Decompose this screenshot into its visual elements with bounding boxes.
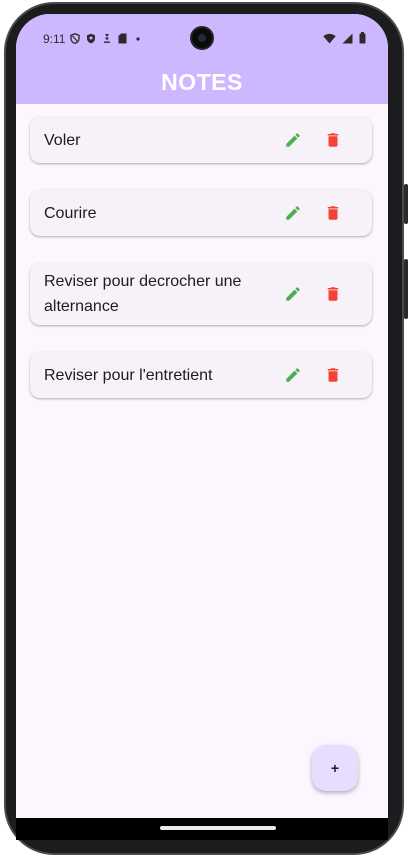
- delete-icon[interactable]: [323, 284, 343, 304]
- note-text: Voler: [44, 131, 81, 149]
- signal-icon: [342, 31, 353, 49]
- navigation-bar: [16, 818, 388, 840]
- app-bar: NOTES: [16, 60, 388, 104]
- note-text: Courire: [44, 204, 97, 222]
- edit-icon[interactable]: [283, 130, 303, 150]
- edit-icon[interactable]: [283, 365, 303, 385]
- delete-icon[interactable]: [323, 203, 343, 223]
- note-card[interactable]: Voler: [30, 117, 372, 163]
- power-button: [404, 184, 408, 224]
- battery-icon: [359, 31, 366, 49]
- sd-card-icon: [118, 31, 127, 49]
- note-text: Reviser pour decrocher une alternance: [44, 273, 242, 315]
- status-bar: 9:11: [16, 14, 388, 60]
- add-note-button[interactable]: +: [312, 745, 358, 791]
- app-screen: 9:11 NOTES Voler Courire Reviser pour de…: [16, 14, 388, 834]
- note-actions: [283, 365, 358, 385]
- edit-icon[interactable]: [283, 284, 303, 304]
- download-icon: [102, 31, 112, 49]
- delete-icon[interactable]: [323, 365, 343, 385]
- dot-icon: [133, 31, 143, 49]
- page-title: NOTES: [161, 68, 243, 95]
- notification-icons: [70, 31, 143, 49]
- status-time: 9:11: [43, 32, 66, 46]
- note-card[interactable]: Reviser pour decrocher une alternance: [30, 263, 372, 325]
- note-actions: [283, 203, 358, 223]
- shield-outline-icon: [70, 31, 80, 49]
- note-actions: [283, 284, 358, 304]
- volume-button: [404, 259, 408, 319]
- system-icons: [323, 31, 366, 49]
- edit-icon[interactable]: [283, 203, 303, 223]
- notes-list: Voler Courire Reviser pour decrocher une…: [30, 117, 372, 425]
- front-camera: [190, 26, 214, 50]
- note-card[interactable]: Reviser pour l'entretient: [30, 352, 372, 398]
- note-actions: [283, 130, 358, 150]
- home-gesture-handle[interactable]: [160, 826, 276, 830]
- delete-icon[interactable]: [323, 130, 343, 150]
- wifi-icon: [323, 31, 336, 49]
- add-icon: +: [330, 760, 340, 776]
- shield-icon: [86, 31, 96, 49]
- note-card[interactable]: Courire: [30, 190, 372, 236]
- note-text: Reviser pour l'entretient: [44, 366, 213, 384]
